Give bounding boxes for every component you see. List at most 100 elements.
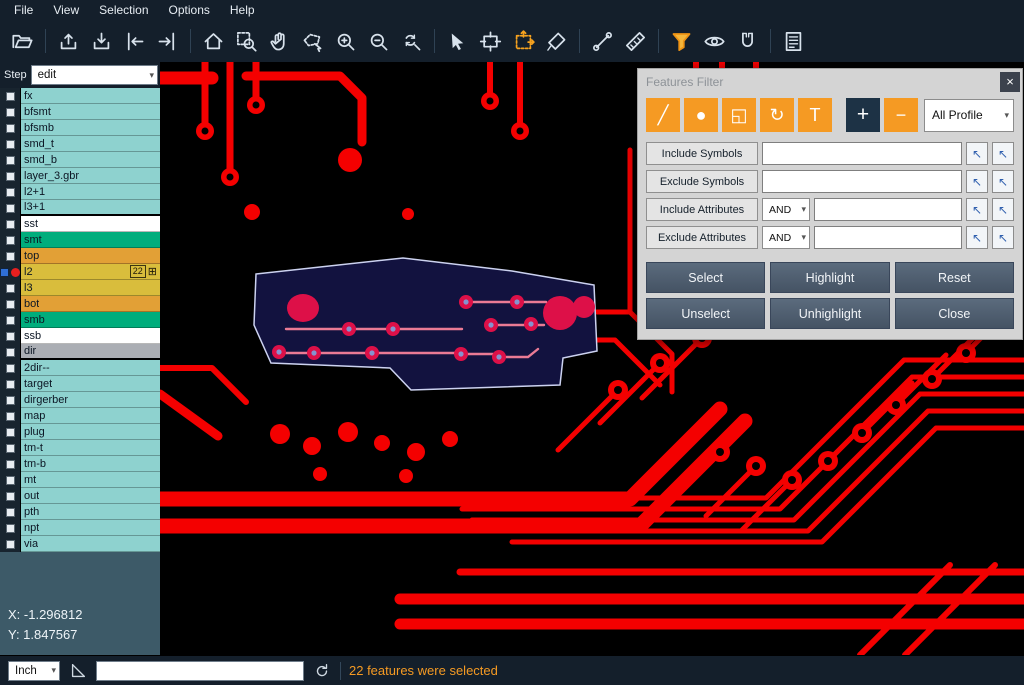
layer-row-tm-t[interactable]: tm-t xyxy=(0,440,160,456)
menu-options[interactable]: Options xyxy=(159,1,220,19)
close-icon[interactable]: × xyxy=(1000,72,1020,92)
layer-checkbox[interactable] xyxy=(6,188,15,197)
arrow-in-left-button[interactable] xyxy=(118,25,151,58)
features-filter-button[interactable] xyxy=(665,25,698,58)
include-attributes-button[interactable]: Include Attributes xyxy=(646,198,758,221)
layer-row-l2[interactable]: l222⊞ xyxy=(0,264,160,280)
unit-dropdown[interactable]: Inch ▾ xyxy=(8,661,60,681)
layer-checkbox[interactable] xyxy=(6,524,15,533)
layer-checkbox[interactable] xyxy=(6,252,15,261)
zoom-out-button[interactable] xyxy=(362,25,395,58)
layer-row-npt[interactable]: npt xyxy=(0,520,160,536)
zoom-in-button[interactable] xyxy=(329,25,362,58)
exclude-symbols-button[interactable]: Exclude Symbols xyxy=(646,170,758,193)
layer-row-target[interactable]: target xyxy=(0,376,160,392)
unhighlight-button[interactable]: Unhighlight xyxy=(770,298,889,329)
exclude-symbols-input[interactable] xyxy=(762,170,962,193)
layer-row-plug[interactable]: plug xyxy=(0,424,160,440)
layer-checkbox[interactable] xyxy=(6,492,15,501)
layer-checkbox[interactable] xyxy=(6,92,15,101)
cursor-select-button[interactable] xyxy=(441,25,474,58)
include-attributes-input[interactable] xyxy=(814,198,962,221)
snap-button[interactable] xyxy=(731,25,764,58)
layer-checkbox[interactable] xyxy=(6,476,15,485)
select-button[interactable]: Select xyxy=(646,262,765,293)
include-symbols-button[interactable]: Include Symbols xyxy=(646,142,758,165)
layer-checkbox[interactable] xyxy=(6,412,15,421)
measure-line-button[interactable] xyxy=(586,25,619,58)
layer-row-2dir-[interactable]: 2dir-- xyxy=(0,360,160,376)
pick-multi-button[interactable]: ↖ xyxy=(992,226,1014,249)
menu-file[interactable]: File xyxy=(4,1,43,19)
layer-checkbox[interactable] xyxy=(6,348,15,357)
layer-checkbox[interactable] xyxy=(6,140,15,149)
menu-selection[interactable]: Selection xyxy=(89,1,158,19)
exclude-attributes-input[interactable] xyxy=(814,226,962,249)
menu-help[interactable]: Help xyxy=(220,1,265,19)
layer-checkbox[interactable] xyxy=(6,364,15,373)
layer-row-fx[interactable]: fx xyxy=(0,88,160,104)
include-mode-button[interactable]: + xyxy=(846,98,880,132)
layer-row-bfsmb[interactable]: bfsmb xyxy=(0,120,160,136)
and-or-dropdown[interactable]: AND▾ xyxy=(762,198,810,221)
toggle-visibility-button[interactable] xyxy=(698,25,731,58)
surface-tool-button[interactable]: ◱ xyxy=(722,98,756,132)
save-step-button[interactable] xyxy=(85,25,118,58)
layer-checkbox[interactable] xyxy=(0,268,9,277)
layer-checkbox[interactable] xyxy=(6,172,15,181)
exclude-attributes-button[interactable]: Exclude Attributes xyxy=(646,226,758,249)
layer-row-out[interactable]: out xyxy=(0,488,160,504)
layer-row-smb[interactable]: smb xyxy=(0,312,160,328)
and-or-dropdown[interactable]: AND▾ xyxy=(762,226,810,249)
zoom-area-button[interactable] xyxy=(230,25,263,58)
layer-row-mt[interactable]: mt xyxy=(0,472,160,488)
highlight-button[interactable]: Highlight xyxy=(770,262,889,293)
layer-row-tm-b[interactable]: tm-b xyxy=(0,456,160,472)
pick-from-canvas-button[interactable]: ↖ xyxy=(966,142,988,165)
pick-from-canvas-button[interactable]: ↖ xyxy=(966,170,988,193)
layer-row-l2-1[interactable]: l2+1 xyxy=(0,184,160,200)
text-tool-button[interactable]: T xyxy=(798,98,832,132)
zoom-fit-button[interactable] xyxy=(395,25,428,58)
report-button[interactable] xyxy=(777,25,810,58)
grid-icon[interactable]: ⊞ xyxy=(148,265,157,278)
arc-tool-button[interactable]: ↻ xyxy=(760,98,794,132)
home-view-button[interactable] xyxy=(197,25,230,58)
layer-checkbox[interactable] xyxy=(6,300,15,309)
layer-row-smt[interactable]: smt xyxy=(0,232,160,248)
command-input[interactable] xyxy=(96,661,304,681)
profile-dropdown[interactable]: All Profile ▾ xyxy=(924,99,1014,132)
layer-row-smd-t[interactable]: smd_t xyxy=(0,136,160,152)
layer-row-sst[interactable]: sst xyxy=(0,216,160,232)
layer-checkbox[interactable] xyxy=(6,204,15,213)
unselect-button[interactable]: Unselect xyxy=(646,298,765,329)
layer-checkbox[interactable] xyxy=(6,444,15,453)
pick-multi-button[interactable]: ↖ xyxy=(992,198,1014,221)
layer-checkbox[interactable] xyxy=(6,124,15,133)
close-button[interactable]: Close xyxy=(895,298,1014,329)
layer-row-l3[interactable]: l3 xyxy=(0,280,160,296)
exclude-mode-button[interactable]: − xyxy=(884,98,918,132)
layer-checkbox[interactable] xyxy=(6,108,15,117)
layer-checkbox[interactable] xyxy=(6,236,15,245)
step-dropdown[interactable]: edit ▾ xyxy=(31,65,158,85)
ruler-measure-button[interactable] xyxy=(619,25,652,58)
layer-row-bfsmt[interactable]: bfsmt xyxy=(0,104,160,120)
layer-checkbox[interactable] xyxy=(6,540,15,549)
layer-row-dirgerber[interactable]: dirgerber xyxy=(0,392,160,408)
layer-row-map[interactable]: map xyxy=(0,408,160,424)
pick-multi-button[interactable]: ↖ xyxy=(992,170,1014,193)
transform-select-button[interactable] xyxy=(507,25,540,58)
layer-checkbox[interactable] xyxy=(6,396,15,405)
layer-row-ssb[interactable]: ssb xyxy=(0,328,160,344)
pick-from-canvas-button[interactable]: ↖ xyxy=(966,198,988,221)
pick-multi-button[interactable]: ↖ xyxy=(992,142,1014,165)
layer-row-top[interactable]: top xyxy=(0,248,160,264)
include-symbols-input[interactable] xyxy=(762,142,962,165)
layer-row-pth[interactable]: pth xyxy=(0,504,160,520)
corner-snap-button[interactable] xyxy=(68,661,88,681)
layer-row-l3-1[interactable]: l3+1 xyxy=(0,200,160,216)
rect-select-button[interactable] xyxy=(474,25,507,58)
lasso-select-button[interactable] xyxy=(296,25,329,58)
pick-from-canvas-button[interactable]: ↖ xyxy=(966,226,988,249)
